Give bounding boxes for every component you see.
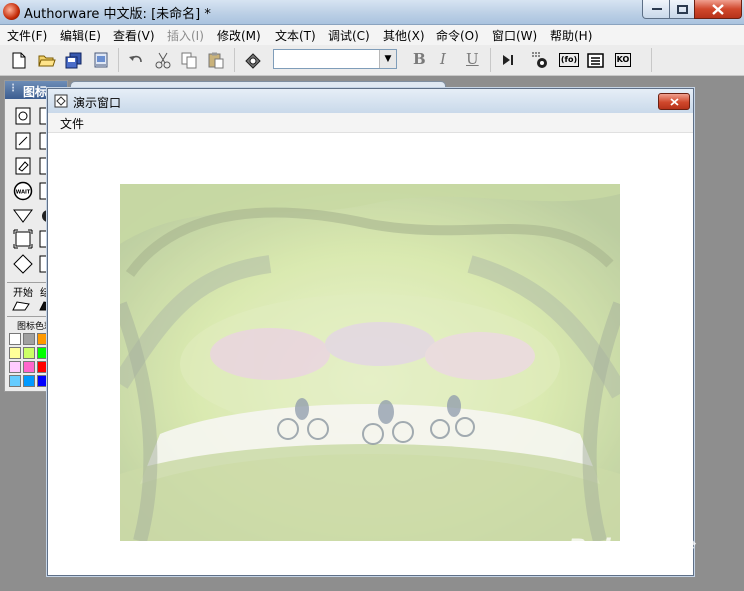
italic-button[interactable]: I — [440, 50, 446, 68]
presentation-title-bar[interactable]: 演示窗口 — [48, 89, 693, 113]
window-title: Authorware 中文版: [未命名] * — [24, 7, 211, 22]
color-swatch[interactable] — [23, 347, 35, 359]
menu-other[interactable]: 其他(X) — [383, 27, 425, 44]
knowledge-objects-button[interactable]: KO — [612, 50, 634, 70]
restore-icon — [677, 4, 688, 14]
menu-window[interactable]: 窗口(W) — [492, 27, 537, 44]
menu-text[interactable]: 文本(T) — [275, 27, 316, 44]
white-flag-icon — [12, 301, 30, 311]
menu-help[interactable]: 帮助(H) — [550, 27, 592, 44]
find-icon — [245, 52, 261, 69]
authorware-app-icon — [3, 3, 20, 20]
save-all-button[interactable] — [64, 50, 84, 70]
find-button[interactable] — [243, 50, 263, 70]
grip-icon: ⋮ — [8, 83, 18, 94]
open-folder-icon — [38, 55, 56, 67]
navigate-icon-tool[interactable] — [13, 206, 33, 226]
erase-icon-tool[interactable] — [13, 156, 33, 176]
undo-icon — [129, 55, 142, 63]
menu-bar: 文件(F) 编辑(E) 查看(V) 插入(I) 修改(M) 文本(T) 调试(C… — [0, 25, 744, 45]
svg-text:WAIT: WAIT — [16, 190, 31, 196]
navigate-icon — [13, 209, 33, 223]
calculation-button[interactable]: (fo) — [558, 50, 580, 70]
knowledge-object-icon: KO — [614, 53, 632, 67]
distorted-park-photo — [120, 184, 620, 541]
icon-color-swatches — [9, 333, 51, 391]
open-button[interactable] — [37, 50, 57, 70]
control-panel-button[interactable] — [530, 50, 550, 70]
presentation-window-title: 演示窗口 — [73, 96, 122, 110]
copy-button[interactable] — [179, 50, 199, 70]
menu-file[interactable]: 文件(F) — [7, 27, 47, 44]
paste-button[interactable] — [206, 50, 226, 70]
wait-icon-tool[interactable]: WAIT — [13, 181, 33, 201]
color-swatch[interactable] — [9, 361, 21, 373]
color-swatch[interactable] — [23, 375, 35, 387]
restart-button[interactable] — [498, 50, 518, 70]
title-bar: Authorware 中文版: [未命名] * — [0, 0, 744, 25]
minimize-icon — [651, 8, 662, 10]
presentation-window: 演示窗口 文件 — [47, 88, 694, 576]
menu-modify[interactable]: 修改(M) — [217, 27, 261, 44]
menu-insert[interactable]: 插入(I) — [167, 27, 204, 44]
maximize-button[interactable] — [669, 0, 696, 19]
color-swatch[interactable] — [9, 333, 21, 345]
start-flag[interactable] — [11, 296, 31, 316]
animation-icon — [15, 132, 31, 150]
copy-icon — [181, 52, 196, 68]
close-icon — [669, 97, 679, 106]
baidu-watermark: Baidu经验 jingyan.baidu.com — [568, 512, 738, 574]
bold-button[interactable]: B — [413, 50, 426, 68]
new-file-icon — [12, 52, 26, 68]
toolbar: ▼ B I U (fo) KO — [0, 45, 744, 76]
menu-edit[interactable]: 编辑(E) — [60, 27, 101, 44]
display-icon-tool[interactable] — [13, 106, 33, 126]
color-swatch[interactable] — [23, 333, 35, 345]
font-select[interactable]: ▼ — [273, 49, 397, 69]
import-button[interactable] — [91, 50, 111, 70]
color-swatch[interactable] — [23, 361, 35, 373]
list-icon — [586, 52, 604, 68]
save-all-icon — [65, 52, 82, 68]
presentation-menu-file[interactable]: 文件 — [60, 115, 84, 132]
calculation-icon: (fo) — [558, 53, 580, 67]
presentation-menu-bar: 文件 — [48, 113, 693, 133]
decision-icon-tool[interactable] — [13, 254, 33, 274]
functions-button[interactable] — [585, 50, 605, 70]
wait-icon: WAIT — [13, 181, 33, 201]
framework-icon-tool[interactable] — [13, 229, 33, 249]
watermark-url: jingyan.baidu.com — [578, 558, 671, 569]
menu-command[interactable]: 命令(O) — [436, 27, 479, 44]
animation-icon-tool[interactable] — [13, 131, 33, 151]
undo-button[interactable] — [126, 50, 146, 70]
cut-button[interactable] — [153, 50, 173, 70]
color-swatch[interactable] — [9, 375, 21, 387]
framework-icon — [13, 229, 33, 249]
chevron-down-icon[interactable]: ▼ — [379, 50, 396, 68]
icon-palette-title: 图标 — [23, 85, 48, 99]
cut-icon — [155, 52, 171, 68]
import-icon — [94, 52, 108, 67]
color-swatch[interactable] — [9, 347, 21, 359]
close-button[interactable] — [694, 0, 742, 19]
underline-button[interactable]: U — [466, 50, 479, 68]
presentation-close-button[interactable] — [658, 93, 690, 110]
erase-icon — [15, 157, 31, 175]
menu-debug[interactable]: 调试(C) — [328, 27, 370, 44]
new-file-button[interactable] — [9, 50, 29, 70]
play-from-start-icon — [503, 55, 513, 65]
decision-icon — [13, 254, 33, 274]
minimize-button[interactable] — [642, 0, 671, 19]
paste-icon — [208, 52, 223, 68]
close-icon — [712, 3, 724, 15]
control-panel-icon — [532, 52, 547, 68]
menu-view[interactable]: 查看(V) — [113, 27, 155, 44]
display-icon — [15, 107, 31, 125]
stage-image — [120, 184, 620, 541]
presentation-window-icon — [54, 94, 68, 108]
